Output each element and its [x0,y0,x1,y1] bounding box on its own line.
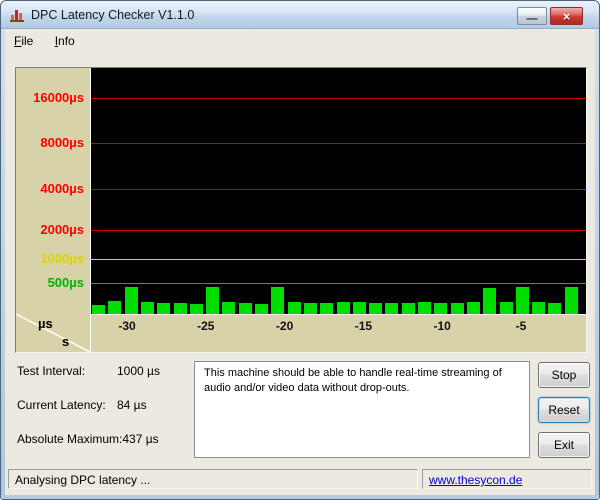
x-tick-label: -10 [433,319,451,333]
gridline-4000 [90,189,586,190]
window-title: DPC Latency Checker V1.1.0 [31,8,195,22]
latency-bar [124,287,138,314]
latency-bar [92,305,105,314]
window-frame-left [1,29,5,499]
plot-area [90,68,586,314]
stop-button[interactable]: Stop [538,362,590,388]
latency-bar [515,287,529,314]
y-tick-label: 500µs [47,275,84,290]
latency-bar [450,303,464,314]
y-tick-label: 16000µs [33,90,84,105]
gridline-1000 [90,259,586,260]
axis-corner: µs s [16,314,90,352]
x-tick-label: -30 [118,319,136,333]
gridline-16000 [90,98,586,99]
close-button[interactable]: × [550,7,583,25]
latency-bar [157,303,171,314]
latency-bar [140,302,154,314]
minimize-icon: — [526,13,538,25]
thesycon-link[interactable]: www.thesycon.de [429,473,522,487]
stat-label: Test Interval: [17,364,86,378]
latency-bar [189,304,203,314]
stat-value: 1000 µs [117,364,160,378]
status-text-cell: Analysing DPC latency ... [8,469,418,489]
status-link-cell: www.thesycon.de [422,469,592,489]
latency-bar [499,302,513,314]
stat-absolute-maximum: Absolute Maximum: 437 µs [17,432,192,446]
stat-label: Current Latency: [17,398,106,412]
x-unit-label: s [62,334,70,349]
status-text: Analysing DPC latency ... [15,473,151,487]
latency-bar [271,287,285,314]
x-axis-strip: µs s -30 -25 -20 -15 -10 -5 [16,314,586,352]
result-message-box: This machine should be able to handle re… [194,361,530,458]
menu-info[interactable]: Info [46,30,84,53]
latency-bar [548,303,562,314]
latency-bar [222,302,236,314]
latency-bar [564,287,578,314]
gridline-500 [90,283,586,284]
x-tick-label: -20 [275,319,294,333]
x-tick-label: -5 [515,319,527,333]
latency-bar [336,302,350,314]
exit-button[interactable]: Exit [538,432,590,458]
minimize-button[interactable]: — [517,7,547,25]
y-unit-label: µs [38,316,53,331]
x-tick-label: -25 [197,319,215,333]
menubar: File Info [5,30,595,54]
close-icon: × [562,8,571,24]
latency-bar [287,302,301,314]
stat-value: 437 µs [122,432,159,446]
axis-diagonal-line [16,314,90,352]
reset-button[interactable]: Reset [538,397,590,423]
latency-bar [320,303,334,314]
gridline-8000 [90,143,586,144]
app-window: DPC Latency Checker V1.1.0 — × File Info… [0,0,600,500]
latency-bar [173,303,187,314]
latency-bar [206,287,220,314]
window-frame-bottom [1,495,599,499]
window-frame-right [595,29,599,499]
latency-bar [385,303,399,314]
latency-bar [483,288,497,314]
latency-bar [369,303,383,314]
latency-bar [401,303,415,314]
x-axis-line [90,314,586,315]
stat-label: Absolute Maximum: [17,432,123,446]
app-icon[interactable] [9,7,25,23]
latency-bar [418,302,431,314]
y-axis-strip: 16000µs 8000µs 4000µs 2000µs 1000µs 500µs [16,68,90,314]
stat-value: 84 µs [117,398,147,412]
latency-bar [303,303,317,314]
gridline-2000 [90,230,586,231]
titlebar[interactable]: DPC Latency Checker V1.1.0 — × [1,1,599,29]
latency-chart: 16000µs 8000µs 4000µs 2000µs 1000µs 500µs µs … [15,67,587,353]
latency-bar [238,303,252,314]
stat-test-interval: Test Interval: 1000 µs [17,364,192,378]
y-tick-label: 2000µs [40,222,84,237]
x-tick-label: -15 [354,319,373,333]
y-tick-label: 1000µs [40,251,84,266]
y-axis-line [90,68,91,352]
latency-bar [108,301,122,314]
latency-bar [434,303,448,314]
latency-bar [532,302,546,314]
y-tick-label: 8000µs [40,135,84,150]
latency-bar [466,302,480,314]
stat-current-latency: Current Latency: 84 µs [17,398,192,412]
y-tick-label: 4000µs [40,181,84,196]
menu-file[interactable]: File [5,30,42,53]
latency-bar [255,304,268,314]
latency-bar [352,302,366,314]
